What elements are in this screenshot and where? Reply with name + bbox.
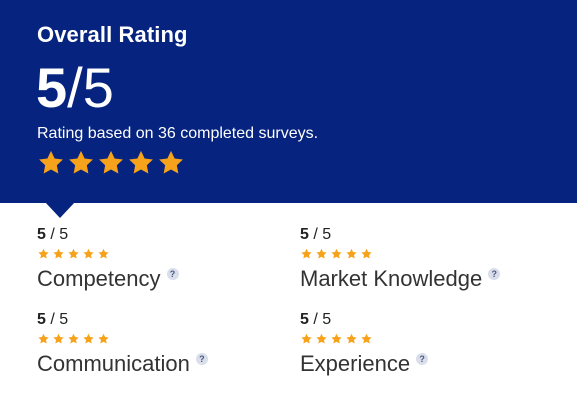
metric-label: Market Knowledge bbox=[300, 266, 483, 291]
help-icon[interactable]: ? bbox=[195, 353, 208, 365]
star-icon bbox=[82, 333, 95, 345]
metric-score-value: 5 bbox=[300, 311, 309, 328]
star-icon bbox=[37, 149, 65, 177]
star-icon bbox=[127, 149, 155, 177]
overall-score-value: 5 bbox=[36, 56, 68, 119]
star-icon bbox=[345, 333, 358, 345]
metric-star-rating bbox=[300, 333, 540, 345]
star-icon bbox=[97, 149, 125, 177]
overall-rating-subtitle: Rating based on 36 completed surveys. bbox=[37, 125, 319, 142]
overall-score-separator: / bbox=[67, 56, 83, 119]
metric-communication: 5 / 5 Communication ? bbox=[37, 311, 277, 377]
star-icon bbox=[37, 333, 50, 345]
metric-label: Competency bbox=[37, 266, 161, 291]
help-icon[interactable]: ? bbox=[416, 353, 429, 365]
star-icon bbox=[52, 248, 65, 260]
metric-score-value: 5 bbox=[37, 226, 46, 243]
star-icon bbox=[97, 333, 110, 345]
star-icon bbox=[37, 248, 50, 260]
star-icon bbox=[82, 248, 95, 260]
star-icon bbox=[315, 333, 328, 345]
metric-label: Communication bbox=[37, 351, 190, 376]
star-icon bbox=[330, 248, 343, 260]
metric-market-knowledge: 5 / 5 Market Knowledge ? bbox=[300, 226, 540, 292]
metric-score-max: / 5 bbox=[45, 226, 69, 243]
metric-label: Experience bbox=[300, 351, 411, 376]
metric-star-rating bbox=[300, 248, 540, 260]
metric-score-max: / 5 bbox=[45, 311, 69, 328]
overall-rating-panel: Overall Rating 5/5 Rating based on 36 co… bbox=[0, 0, 577, 203]
rating-card: Overall Rating 5/5 Rating based on 36 co… bbox=[0, 0, 577, 402]
metric-score-max: / 5 bbox=[308, 226, 332, 243]
metric-score-value: 5 bbox=[300, 226, 309, 243]
overall-score: 5/5 bbox=[36, 56, 114, 120]
metric-competency: 5 / 5 Competency ? bbox=[37, 226, 277, 292]
star-icon bbox=[360, 248, 373, 260]
panel-pointer bbox=[45, 202, 75, 218]
star-icon bbox=[157, 149, 185, 177]
overall-rating-title: Overall Rating bbox=[37, 22, 188, 47]
metric-score-max: / 5 bbox=[308, 311, 332, 328]
star-icon bbox=[67, 149, 95, 177]
overall-star-rating bbox=[37, 149, 185, 179]
star-icon bbox=[300, 333, 313, 345]
metric-score: 5 / 5 bbox=[300, 226, 540, 244]
star-icon bbox=[67, 333, 80, 345]
star-icon bbox=[360, 333, 373, 345]
overall-score-max: 5 bbox=[82, 56, 114, 119]
metric-star-rating bbox=[37, 333, 277, 345]
metric-experience: 5 / 5 Experience ? bbox=[300, 311, 540, 377]
metric-star-rating bbox=[37, 248, 277, 260]
metric-score-value: 5 bbox=[37, 311, 46, 328]
star-icon bbox=[345, 248, 358, 260]
help-icon[interactable]: ? bbox=[166, 268, 179, 280]
star-icon bbox=[97, 248, 110, 260]
star-icon bbox=[67, 248, 80, 260]
star-icon bbox=[315, 248, 328, 260]
star-icon bbox=[52, 333, 65, 345]
star-icon bbox=[330, 333, 343, 345]
metric-score: 5 / 5 bbox=[37, 226, 277, 244]
metric-score: 5 / 5 bbox=[37, 311, 277, 329]
metric-score: 5 / 5 bbox=[300, 311, 540, 329]
star-icon bbox=[300, 248, 313, 260]
help-icon[interactable]: ? bbox=[488, 268, 501, 280]
